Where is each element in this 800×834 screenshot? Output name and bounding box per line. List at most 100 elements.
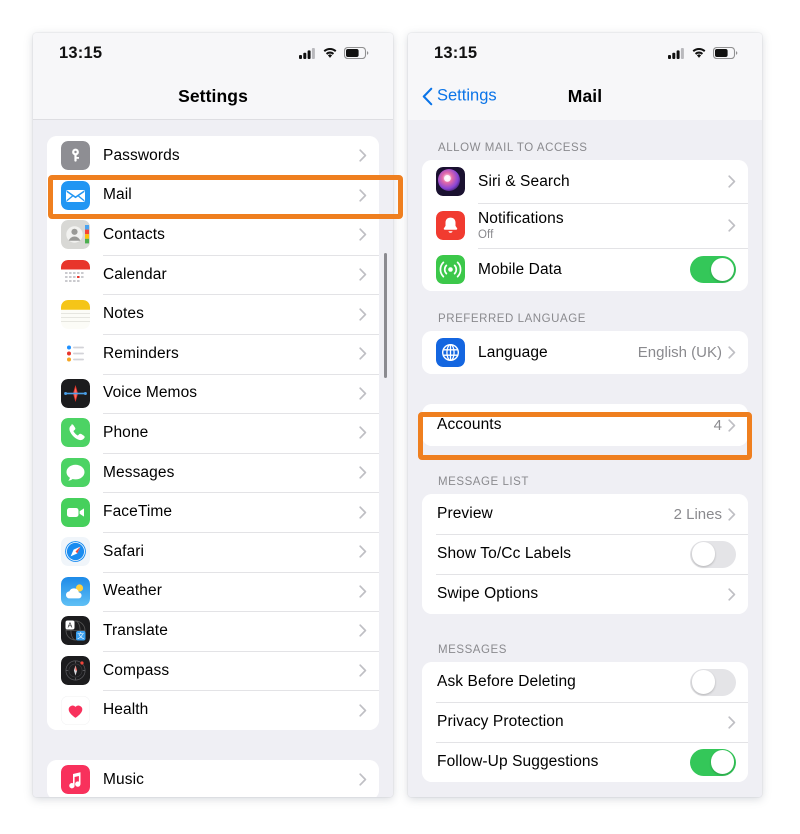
section-header-messages: MESSAGES [438, 644, 507, 656]
sidebar-item-label: Music [103, 770, 144, 788]
sidebar-item-label: Health [103, 701, 149, 719]
status-bar-time: 13:15 [434, 43, 478, 62]
chevron-right-icon [728, 346, 736, 359]
toggle-knob [710, 750, 735, 774]
chevron-right-icon [359, 466, 367, 479]
sidebar-item-reminders[interactable]: Reminders [47, 333, 379, 374]
chevron-right-icon [359, 773, 367, 786]
row-siri-and-search[interactable]: Siri & Search [422, 160, 748, 203]
chevron-left-icon [422, 87, 433, 105]
row-preview[interactable]: Preview 2 Lines [422, 494, 748, 534]
messages-icon [61, 458, 90, 488]
svg-text:A: A [68, 623, 73, 630]
sidebar-item-label: Reminders [103, 344, 179, 362]
sidebar-item-label: Messages [103, 463, 175, 481]
settings-phone-panel: 13:15 Settings Passwords Mail Contacts C… [33, 33, 393, 797]
chevron-right-icon [359, 387, 367, 400]
translate-icon: A 文 [61, 616, 90, 646]
sidebar-item-calendar[interactable]: Calendar [47, 254, 379, 295]
row-label: Privacy Protection [437, 713, 564, 730]
sidebar-item-voice-memos[interactable]: Voice Memos [47, 373, 379, 414]
sidebar-item-label: Safari [103, 542, 145, 560]
row-value: 4 [713, 416, 722, 434]
chevron-right-icon [359, 585, 367, 598]
row-privacy-protection[interactable]: Privacy Protection [422, 702, 748, 742]
sidebar-item-mail[interactable]: Mail [47, 175, 379, 216]
toggle-knob [710, 257, 735, 282]
sidebar-item-label: Calendar [103, 265, 167, 283]
row-label: Preview [437, 505, 493, 522]
section-header-preferred-language: PREFERRED LANGUAGE [438, 313, 586, 325]
row-label: Swipe Options [437, 585, 539, 602]
row-show-to-cc-labels[interactable]: Show To/Cc Labels [422, 534, 748, 574]
chevron-right-icon [728, 507, 736, 521]
sidebar-item-label: FaceTime [103, 503, 173, 521]
section-header-message-list: MESSAGE LIST [438, 476, 529, 488]
sidebar-item-notes[interactable]: Notes [47, 294, 379, 334]
follow-up-suggestions-toggle[interactable] [690, 748, 736, 776]
row-notifications[interactable]: Notifications Off [422, 203, 748, 248]
sidebar-item-contacts[interactable]: Contacts [47, 215, 379, 255]
sidebar-item-label: Notes [103, 305, 144, 323]
chevron-right-icon [359, 505, 367, 519]
row-swipe-options[interactable]: Swipe Options [422, 574, 748, 614]
sidebar-item-music[interactable]: Music [47, 759, 379, 797]
sidebar-item-label: Contacts [103, 225, 165, 243]
sidebar-item-messages[interactable]: Messages [47, 452, 379, 493]
vertical-scrollbar[interactable] [384, 253, 387, 378]
row-mobile-data[interactable]: Mobile Data [422, 248, 748, 291]
chevron-right-icon [359, 189, 367, 202]
back-button[interactable]: Settings [422, 87, 497, 106]
row-label: Ask Before Deleting [437, 673, 576, 690]
passwords-icon [61, 141, 90, 171]
chevron-right-icon [359, 347, 367, 360]
status-bar-indicators [668, 47, 738, 59]
mobile-data-icon [436, 255, 465, 284]
settings-scroll-area[interactable]: Passwords Mail Contacts Calendar Notes R… [33, 120, 393, 797]
row-follow-up-suggestions[interactable]: Follow-Up Suggestions [422, 742, 748, 782]
row-label: Accounts [437, 416, 502, 433]
globe-icon [436, 338, 465, 367]
sidebar-item-phone[interactable]: Phone [47, 413, 379, 453]
chevron-right-icon [728, 587, 736, 601]
ask-before-deleting-toggle[interactable] [690, 668, 736, 696]
sidebar-item-safari[interactable]: Safari [47, 531, 379, 572]
sidebar-item-translate[interactable]: A 文 Translate [47, 611, 379, 651]
row-label: Show To/Cc Labels [437, 545, 572, 562]
row-ask-before-deleting[interactable]: Ask Before Deleting [422, 662, 748, 702]
sidebar-item-facetime[interactable]: FaceTime [47, 492, 379, 532]
sidebar-item-label: Mail [103, 186, 132, 204]
sidebar-item-weather[interactable]: Weather [47, 571, 379, 612]
status-bar-right: 13:15 [408, 33, 762, 73]
sidebar-item-health[interactable]: Health [47, 690, 379, 730]
mail-settings-scroll-area[interactable]: ALLOW MAIL TO ACCESS Siri & Search Notif… [408, 120, 762, 797]
row-accounts[interactable]: Accounts 4 [422, 404, 748, 446]
svg-text:文: 文 [77, 632, 84, 641]
contacts-icon [61, 220, 90, 250]
section-header-allow-mail-to-access: ALLOW MAIL TO ACCESS [438, 142, 588, 154]
status-bar-indicators [299, 47, 369, 59]
show-to-cc-labels-toggle[interactable] [690, 540, 736, 568]
sidebar-item-passwords[interactable]: Passwords [47, 136, 379, 176]
mobile-data-toggle[interactable] [690, 256, 736, 283]
wifi-icon [692, 47, 706, 58]
sidebar-item-label: Voice Memos [103, 384, 198, 402]
chevron-right-icon [728, 175, 736, 188]
sidebar-item-label: Weather [103, 582, 162, 600]
chevron-right-icon [359, 426, 367, 440]
mail-icon [61, 180, 90, 210]
mail-settings-phone-panel: 13:15 Settings Mail ALLOW MAIL TO ACCESS… [408, 33, 762, 797]
music-icon [61, 765, 90, 795]
chevron-right-icon [359, 149, 367, 162]
chevron-right-icon [359, 545, 367, 558]
row-language[interactable]: Language English (UK) [422, 331, 748, 374]
sidebar-item-compass[interactable]: Compass [47, 650, 379, 691]
chevron-right-icon [359, 228, 367, 242]
section-message-list: Preview 2 Lines Show To/Cc Labels Swipe … [422, 494, 748, 614]
wifi-icon [323, 47, 337, 58]
battery-icon [713, 47, 738, 59]
